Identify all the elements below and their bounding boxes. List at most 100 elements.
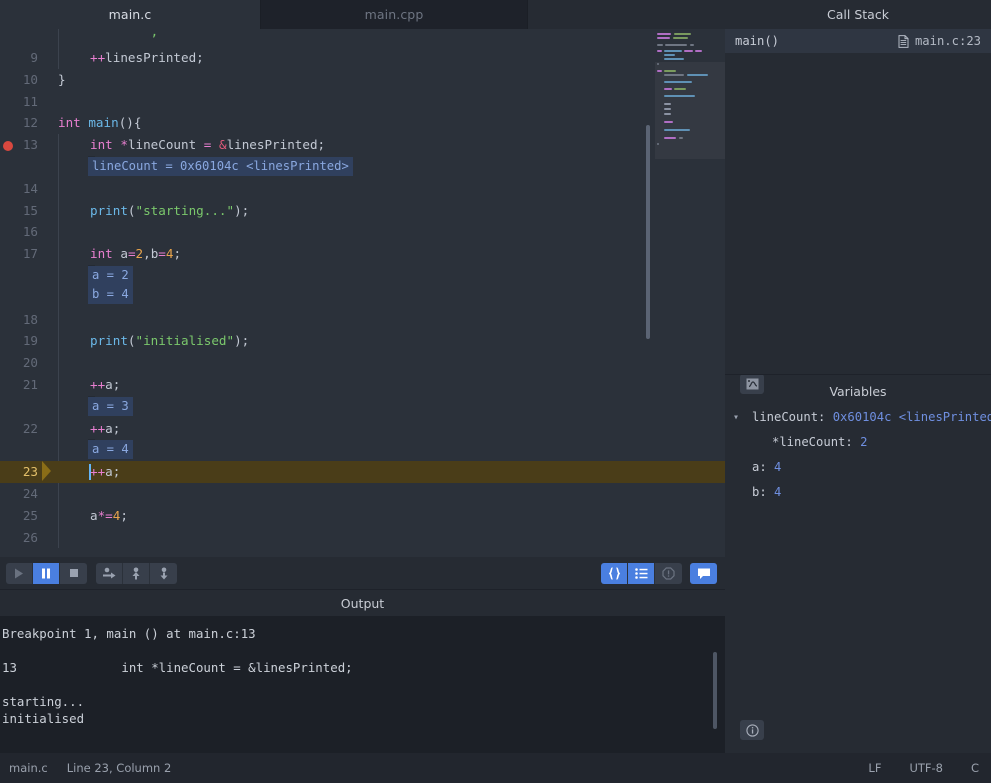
variable-row[interactable]: a: 4: [725, 455, 991, 480]
variable-name: a:: [752, 460, 767, 474]
play-icon: [14, 568, 24, 579]
debug-console-button[interactable]: [690, 562, 717, 584]
variable-value: 4: [774, 485, 782, 499]
inline-values-button[interactable]: [601, 562, 628, 584]
code-line-17[interactable]: 17 int a=2,b=4;: [0, 243, 725, 265]
step-over-icon: [102, 567, 116, 580]
line-number: 12: [22, 115, 38, 131]
line-number: 23: [22, 464, 38, 480]
inline-value-badge: a = 3: [88, 396, 133, 416]
debug-toolbar: [0, 557, 725, 590]
breakpoints-button[interactable]: [655, 562, 682, 584]
step-out-icon: [158, 567, 170, 580]
stop-button[interactable]: [60, 562, 87, 584]
inline-value-line-21: a = 3: [0, 395, 725, 418]
inline-value-line-22: a = 4: [0, 439, 725, 462]
status-language[interactable]: C: [971, 761, 979, 775]
variable-row[interactable]: b: 4: [725, 480, 991, 505]
chat-bubble-icon: [697, 567, 711, 580]
tab-main-cpp[interactable]: main.cpp: [261, 0, 528, 29]
code-line-10[interactable]: 10 }: [0, 69, 725, 91]
variable-name: b:: [752, 485, 767, 499]
step-out-button[interactable]: [150, 562, 177, 584]
line-number: 20: [22, 355, 38, 371]
status-file[interactable]: main.c: [9, 761, 48, 775]
continue-button[interactable]: [6, 562, 33, 584]
code-line-25[interactable]: 25 a*=4;: [0, 504, 725, 527]
code-line-9[interactable]: 9 ++linesPrinted;: [0, 47, 725, 69]
line-number: 18: [22, 311, 38, 327]
variable-row[interactable]: ▾ lineCount: 0x60104c <linesPrinted>: [725, 405, 991, 430]
code-lines: ` `, 9 ++linesPrinted; 10 } 11 12 int ma…: [0, 29, 725, 557]
code-line-21[interactable]: 21 ++a;: [0, 373, 725, 396]
pause-icon: [41, 568, 51, 579]
line-number: 17: [22, 246, 38, 262]
status-bar: main.c Line 23, Column 2 LF UTF-8 C: [0, 753, 991, 783]
code-line-11[interactable]: 11: [0, 91, 725, 113]
line-number: 10: [22, 71, 38, 87]
status-cursor-position[interactable]: Line 23, Column 2: [67, 761, 172, 775]
step-into-button[interactable]: [123, 562, 150, 584]
frame-location: main.c:23: [914, 34, 981, 48]
tabbar-filler: [528, 0, 725, 29]
status-encoding[interactable]: UTF-8: [909, 761, 943, 775]
variable-value: 2: [860, 435, 868, 449]
view-toggles-group: [601, 562, 717, 584]
execution-pointer-icon: [42, 461, 51, 482]
code-line-18[interactable]: 18: [0, 308, 725, 331]
line-number: 21: [22, 376, 38, 392]
code-line-12[interactable]: 12 int main(){: [0, 112, 725, 134]
code-line-19[interactable]: 19 print("initialised");: [0, 330, 725, 353]
frame-function: main(): [735, 34, 780, 48]
call-stack-title: Call Stack: [827, 7, 889, 22]
code-line-20[interactable]: 20: [0, 352, 725, 374]
code-line-24[interactable]: 24: [0, 482, 725, 505]
stop-icon: [69, 568, 79, 578]
output-scrollbar[interactable]: [713, 652, 717, 729]
step-over-button[interactable]: [96, 562, 123, 584]
inline-value-line-17-a: a = 2: [0, 264, 725, 287]
variables-button[interactable]: [628, 562, 655, 584]
call-stack-frame[interactable]: main() main.c:23: [725, 29, 991, 53]
info-button[interactable]: [740, 720, 764, 740]
chevron-down-icon[interactable]: ▾: [733, 405, 739, 430]
step-controls-group: [96, 562, 177, 584]
variable-value: 4: [774, 460, 782, 474]
line-number: 13: [22, 137, 38, 153]
call-stack-list: main() main.c:23: [725, 29, 991, 394]
editor-minimap[interactable]: [648, 29, 725, 159]
variable-name: lineCount:: [752, 410, 826, 424]
output-panel: Output Breakpoint 1, main () at main.c:1…: [0, 590, 725, 753]
code-line-26[interactable]: 26: [0, 526, 725, 549]
status-eol[interactable]: LF: [868, 761, 881, 775]
line-number: 24: [22, 485, 38, 501]
inline-value-badge: b = 4: [88, 284, 133, 304]
debug-side-pane: Call Stack main() main.c:23 Variables ▾ …: [725, 0, 991, 753]
code-line-13[interactable]: 13 int *lineCount = &linesPrinted;: [0, 134, 725, 156]
debugger-window: main.c main.cpp ` `, 9 ++linesPrinted; 1…: [0, 0, 991, 783]
output-log[interactable]: Breakpoint 1, main () at main.c:13 13 in…: [0, 616, 725, 753]
line-number: 22: [22, 420, 38, 436]
line-number: 9: [30, 50, 38, 65]
code-line-14[interactable]: 14: [0, 177, 725, 200]
line-number: 25: [22, 507, 38, 523]
list-icon: [634, 567, 648, 579]
code-line-16[interactable]: 16: [0, 221, 725, 244]
editor-scrollbar[interactable]: [646, 125, 650, 339]
variable-name: *lineCount:: [772, 435, 853, 449]
variable-row[interactable]: *lineCount: 2: [725, 430, 991, 455]
editor-tabbar: main.c main.cpp: [0, 0, 725, 29]
code-editor[interactable]: ` `, 9 ++linesPrinted; 10 } 11 12 int ma…: [0, 29, 725, 557]
inline-values-icon: [608, 566, 621, 580]
code-line-15[interactable]: 15 print("starting...");: [0, 199, 725, 222]
inline-value-badge: a = 4: [88, 440, 133, 460]
pause-button[interactable]: [33, 562, 60, 584]
tab-label: main.c: [108, 7, 152, 22]
code-line-22[interactable]: 22 ++a;: [0, 417, 725, 440]
tab-main-c[interactable]: main.c: [0, 0, 261, 29]
minimap-viewport[interactable]: [655, 62, 725, 159]
inline-value-badge: a = 2: [88, 265, 133, 285]
inline-value-line-13: lineCount = 0x60104c <linesPrinted>: [0, 155, 725, 178]
file-icon: [898, 34, 909, 48]
code-line-23-current[interactable]: 23 ++a;: [0, 461, 725, 483]
